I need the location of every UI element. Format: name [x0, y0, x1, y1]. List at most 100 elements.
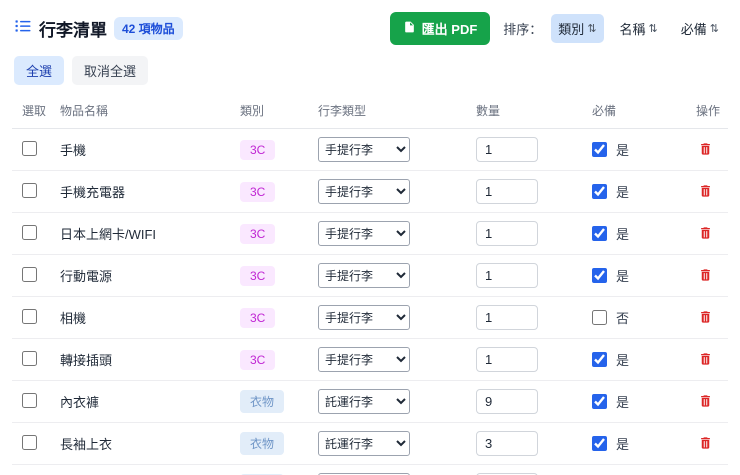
delete-item-button[interactable]	[696, 139, 715, 159]
essential-cell: 是	[592, 182, 696, 201]
list-icon	[14, 17, 32, 40]
item-name: 手機充電器	[60, 185, 126, 200]
luggage-type-select[interactable]: 託運行李	[318, 389, 410, 414]
quantity-input[interactable]	[476, 389, 538, 414]
delete-item-button[interactable]	[696, 223, 715, 243]
trash-icon	[698, 395, 713, 412]
category-cell: 3C	[240, 307, 318, 328]
row-select-checkbox[interactable]	[22, 140, 37, 156]
essential-checkbox[interactable]	[592, 184, 607, 199]
essential-checkbox[interactable]	[592, 142, 607, 157]
table-row: 內衣褲 衣物 託運行李 是	[12, 381, 728, 423]
luggage-type-cell: 託運行李	[318, 431, 476, 456]
luggage-type-select[interactable]: 手提行李	[318, 179, 410, 204]
essential-label: 是	[616, 437, 630, 452]
luggage-type-select[interactable]: 手提行李	[318, 137, 410, 162]
row-select-checkbox[interactable]	[22, 350, 37, 366]
luggage-type-select[interactable]: 手提行李	[318, 305, 410, 330]
luggage-type-cell: 手提行李	[318, 137, 476, 162]
delete-item-button[interactable]	[696, 433, 715, 453]
row-select-checkbox[interactable]	[22, 308, 37, 324]
essential-checkbox[interactable]	[592, 226, 607, 241]
select-all-button[interactable]: 全選	[14, 56, 65, 85]
sort-label: 排序：	[503, 22, 543, 37]
item-name: 行動電源	[60, 269, 113, 284]
page-title: 行李清單	[39, 21, 107, 40]
luggage-type-select[interactable]: 託運行李	[318, 431, 410, 456]
delete-item-button[interactable]	[696, 307, 715, 327]
trash-icon	[698, 143, 713, 160]
luggage-type-cell: 手提行李	[318, 179, 476, 204]
essential-checkbox[interactable]	[592, 268, 607, 283]
table-row: 手機充電器 3C 手提行李 是	[12, 171, 728, 213]
col-header-item-name: 物品名稱	[60, 104, 109, 118]
delete-item-button[interactable]	[696, 349, 715, 369]
essential-cell: 否	[592, 308, 696, 327]
delete-item-button[interactable]	[696, 265, 715, 285]
luggage-type-cell: 手提行李	[318, 221, 476, 246]
category-badge: 3C	[240, 139, 276, 160]
sort-by-name-button[interactable]: 名稱 ⇅	[613, 14, 665, 43]
row-select-checkbox[interactable]	[22, 182, 37, 198]
delete-item-button[interactable]	[696, 181, 715, 201]
row-select-cell	[22, 434, 60, 453]
row-select-checkbox[interactable]	[22, 224, 37, 240]
top-bar: 行李清單 42 項物品 匯出 PDF 排序： 類別 ⇅ 名稱 ⇅ 必備 ⇅	[12, 10, 728, 45]
luggage-type-cell: 手提行李	[318, 347, 476, 372]
quantity-cell	[476, 137, 592, 162]
category-cell: 3C	[240, 223, 318, 244]
actions-cell	[696, 307, 738, 328]
category-cell: 3C	[240, 349, 318, 370]
essential-cell: 是	[592, 392, 696, 411]
actions-cell	[696, 181, 738, 202]
essential-checkbox[interactable]	[592, 310, 607, 325]
row-select-checkbox[interactable]	[22, 434, 37, 450]
essential-label: 是	[616, 269, 630, 284]
col-header-category: 類別	[240, 104, 265, 118]
luggage-type-select[interactable]: 手提行李	[318, 221, 410, 246]
sort-arrows-icon: ⇅	[587, 23, 597, 35]
col-header-essential: 必備	[592, 104, 617, 118]
luggage-type-cell: 手提行李	[318, 305, 476, 330]
delete-item-button[interactable]	[696, 391, 715, 411]
quantity-input[interactable]	[476, 221, 538, 246]
category-cell: 衣物	[240, 390, 318, 413]
table-header-row: 選取 物品名稱 類別 行李類型 數量 必備 操作	[12, 98, 728, 129]
essential-label: 是	[616, 143, 630, 158]
col-header-luggage-type: 行李類型	[318, 104, 367, 118]
luggage-type-select[interactable]: 手提行李	[318, 347, 410, 372]
export-pdf-button[interactable]: 匯出 PDF	[389, 12, 491, 45]
category-cell: 3C	[240, 265, 318, 286]
packing-list-page: 行李清單 42 項物品 匯出 PDF 排序： 類別 ⇅ 名稱 ⇅ 必備 ⇅ 全選…	[0, 0, 740, 475]
quantity-input[interactable]	[476, 431, 538, 456]
quantity-input[interactable]	[476, 179, 538, 204]
sort-by-category-button[interactable]: 類別 ⇅	[551, 14, 604, 43]
category-badge: 3C	[240, 181, 276, 202]
trash-icon	[698, 437, 713, 454]
quantity-input[interactable]	[476, 347, 538, 372]
item-name: 相機	[60, 311, 87, 326]
item-name: 長袖上衣	[60, 437, 113, 452]
essential-checkbox[interactable]	[592, 394, 607, 409]
essential-checkbox[interactable]	[592, 436, 607, 451]
essential-checkbox[interactable]	[592, 352, 607, 367]
quantity-cell	[476, 263, 592, 288]
deselect-all-button[interactable]: 取消全選	[72, 56, 149, 85]
quantity-input[interactable]	[476, 305, 538, 330]
essential-label: 否	[616, 311, 630, 326]
item-name: 日本上網卡/WIFI	[60, 227, 157, 242]
row-select-checkbox[interactable]	[22, 392, 37, 408]
quantity-input[interactable]	[476, 137, 538, 162]
row-select-cell	[22, 182, 60, 201]
essential-cell: 是	[592, 350, 696, 369]
table-row: 行動電源 3C 手提行李 是	[12, 255, 728, 297]
sort-by-essential-button[interactable]: 必備 ⇅	[674, 14, 726, 43]
trash-icon	[698, 185, 713, 202]
row-select-checkbox[interactable]	[22, 266, 37, 282]
luggage-type-cell: 手提行李	[318, 263, 476, 288]
quantity-input[interactable]	[476, 263, 538, 288]
trash-icon	[698, 311, 713, 328]
quantity-cell	[476, 431, 592, 456]
actions-cell	[696, 139, 738, 160]
luggage-type-select[interactable]: 手提行李	[318, 263, 410, 288]
